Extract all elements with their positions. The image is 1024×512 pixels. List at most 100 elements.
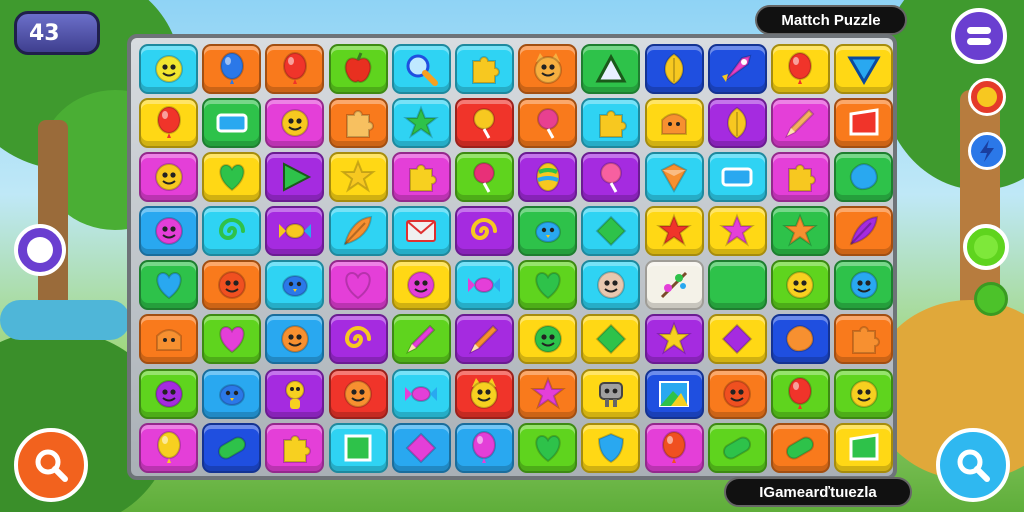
tile-r6-c12[interactable] bbox=[834, 314, 894, 365]
tile-r8-c4[interactable] bbox=[328, 422, 388, 473]
tile-r4-c1[interactable] bbox=[139, 206, 198, 257]
tile-r6-c8[interactable] bbox=[581, 314, 641, 365]
tile-r5-c6[interactable] bbox=[454, 260, 514, 311]
tile-r7-c7[interactable] bbox=[518, 368, 578, 419]
tile-r2-c11[interactable] bbox=[770, 98, 830, 149]
tile-r8-c1[interactable] bbox=[139, 422, 198, 473]
tile-r1-c8[interactable] bbox=[581, 44, 641, 94]
tile-r3-c6[interactable] bbox=[454, 152, 514, 203]
tile-r2-c6[interactable] bbox=[454, 98, 514, 149]
tile-r5-c12[interactable] bbox=[834, 260, 894, 311]
tile-r1-c10[interactable] bbox=[707, 44, 767, 94]
tile-r6-c4[interactable] bbox=[328, 314, 388, 365]
green-status-button[interactable] bbox=[963, 224, 1009, 270]
tile-r3-c5[interactable] bbox=[391, 152, 451, 203]
tile-r6-c5[interactable] bbox=[391, 314, 451, 365]
tile-r2-c8[interactable] bbox=[581, 98, 641, 149]
tile-r3-c8[interactable] bbox=[581, 152, 641, 203]
tile-r1-c7[interactable] bbox=[518, 44, 578, 94]
tile-r1-c5[interactable] bbox=[391, 44, 451, 94]
tile-r7-c2[interactable] bbox=[202, 368, 262, 419]
tile-r7-c11[interactable] bbox=[770, 368, 830, 419]
tile-r4-c8[interactable] bbox=[581, 206, 641, 257]
tile-r7-c4[interactable] bbox=[328, 368, 388, 419]
tile-r8-c5[interactable] bbox=[391, 422, 451, 473]
tile-r4-c11[interactable] bbox=[770, 206, 830, 257]
tile-r4-c6[interactable] bbox=[454, 206, 514, 257]
tile-r3-c7[interactable] bbox=[518, 152, 578, 203]
tile-r3-c3[interactable] bbox=[265, 152, 325, 203]
tile-r2-c3[interactable] bbox=[265, 98, 325, 149]
tile-r8-c8[interactable] bbox=[581, 422, 641, 473]
tile-r5-c3[interactable] bbox=[265, 260, 325, 311]
tile-r4-c5[interactable] bbox=[391, 206, 451, 257]
tile-r4-c7[interactable] bbox=[518, 206, 578, 257]
tile-r8-c6[interactable] bbox=[454, 422, 514, 473]
tile-r8-c2[interactable] bbox=[202, 422, 262, 473]
tile-r2-c5[interactable] bbox=[391, 98, 451, 149]
tile-r5-c2[interactable] bbox=[202, 260, 262, 311]
tile-r8-c11[interactable] bbox=[770, 422, 830, 473]
tile-r2-c2[interactable] bbox=[202, 98, 262, 149]
tile-r4-c10[interactable] bbox=[707, 206, 767, 257]
tile-r7-c12[interactable] bbox=[834, 368, 894, 419]
tile-r1-c9[interactable] bbox=[644, 44, 704, 94]
tile-r3-c1[interactable] bbox=[139, 152, 198, 203]
tile-r5-c8[interactable] bbox=[581, 260, 641, 311]
tile-r6-c9[interactable] bbox=[644, 314, 704, 365]
tile-r6-c7[interactable] bbox=[518, 314, 578, 365]
tile-r5-c9[interactable] bbox=[644, 260, 704, 311]
tile-r5-c11[interactable] bbox=[770, 260, 830, 311]
tile-r7-c3[interactable] bbox=[265, 368, 325, 419]
left-ring-button[interactable] bbox=[14, 224, 66, 276]
tile-r4-c3[interactable] bbox=[265, 206, 325, 257]
tile-r7-c8[interactable] bbox=[581, 368, 641, 419]
tile-r5-c5[interactable] bbox=[391, 260, 451, 311]
tile-r3-c12[interactable] bbox=[834, 152, 894, 203]
tile-r3-c9[interactable] bbox=[644, 152, 704, 203]
tile-r4-c12[interactable] bbox=[834, 206, 894, 257]
tile-r6-c3[interactable] bbox=[265, 314, 325, 365]
tile-r7-c6[interactable] bbox=[454, 368, 514, 419]
tile-r7-c5[interactable] bbox=[391, 368, 451, 419]
tile-r6-c6[interactable] bbox=[454, 314, 514, 365]
tile-r1-c1[interactable] bbox=[139, 44, 198, 94]
menu-button[interactable] bbox=[951, 8, 1007, 64]
tile-r3-c10[interactable] bbox=[707, 152, 767, 203]
lightning-coin-button[interactable] bbox=[968, 132, 1006, 170]
tile-r3-c2[interactable] bbox=[202, 152, 262, 203]
tile-r3-c4[interactable] bbox=[328, 152, 388, 203]
tile-r2-c9[interactable] bbox=[644, 98, 704, 149]
tile-r1-c6[interactable] bbox=[454, 44, 514, 94]
search-left-button[interactable] bbox=[14, 428, 88, 502]
tile-r8-c7[interactable] bbox=[518, 422, 578, 473]
search-right-button[interactable] bbox=[936, 428, 1010, 502]
tile-r4-c2[interactable] bbox=[202, 206, 262, 257]
tile-r5-c10[interactable] bbox=[707, 260, 767, 311]
tile-r4-c9[interactable] bbox=[644, 206, 704, 257]
tile-r1-c4[interactable] bbox=[328, 44, 388, 94]
tile-r7-c10[interactable] bbox=[707, 368, 767, 419]
tile-r5-c7[interactable] bbox=[518, 260, 578, 311]
tile-r2-c7[interactable] bbox=[518, 98, 578, 149]
tile-r6-c2[interactable] bbox=[202, 314, 262, 365]
tile-r2-c12[interactable] bbox=[834, 98, 894, 149]
tile-r7-c9[interactable] bbox=[644, 368, 704, 419]
tile-r8-c10[interactable] bbox=[707, 422, 767, 473]
tile-r3-c11[interactable] bbox=[770, 152, 830, 203]
tile-r2-c10[interactable] bbox=[707, 98, 767, 149]
tile-r7-c1[interactable] bbox=[139, 368, 198, 419]
hint-coin-button[interactable] bbox=[968, 78, 1006, 116]
tile-r1-c11[interactable] bbox=[770, 44, 830, 94]
tile-r2-c4[interactable] bbox=[328, 98, 388, 149]
tile-r6-c1[interactable] bbox=[139, 314, 198, 365]
tile-r8-c9[interactable] bbox=[644, 422, 704, 473]
tile-r1-c3[interactable] bbox=[265, 44, 325, 94]
tile-r8-c3[interactable] bbox=[265, 422, 325, 473]
tile-r1-c12[interactable] bbox=[834, 44, 894, 94]
tile-r5-c1[interactable] bbox=[139, 260, 198, 311]
tile-r4-c4[interactable] bbox=[328, 206, 388, 257]
tile-r6-c11[interactable] bbox=[770, 314, 830, 365]
tile-r1-c2[interactable] bbox=[202, 44, 262, 94]
tile-r5-c4[interactable] bbox=[328, 260, 388, 311]
